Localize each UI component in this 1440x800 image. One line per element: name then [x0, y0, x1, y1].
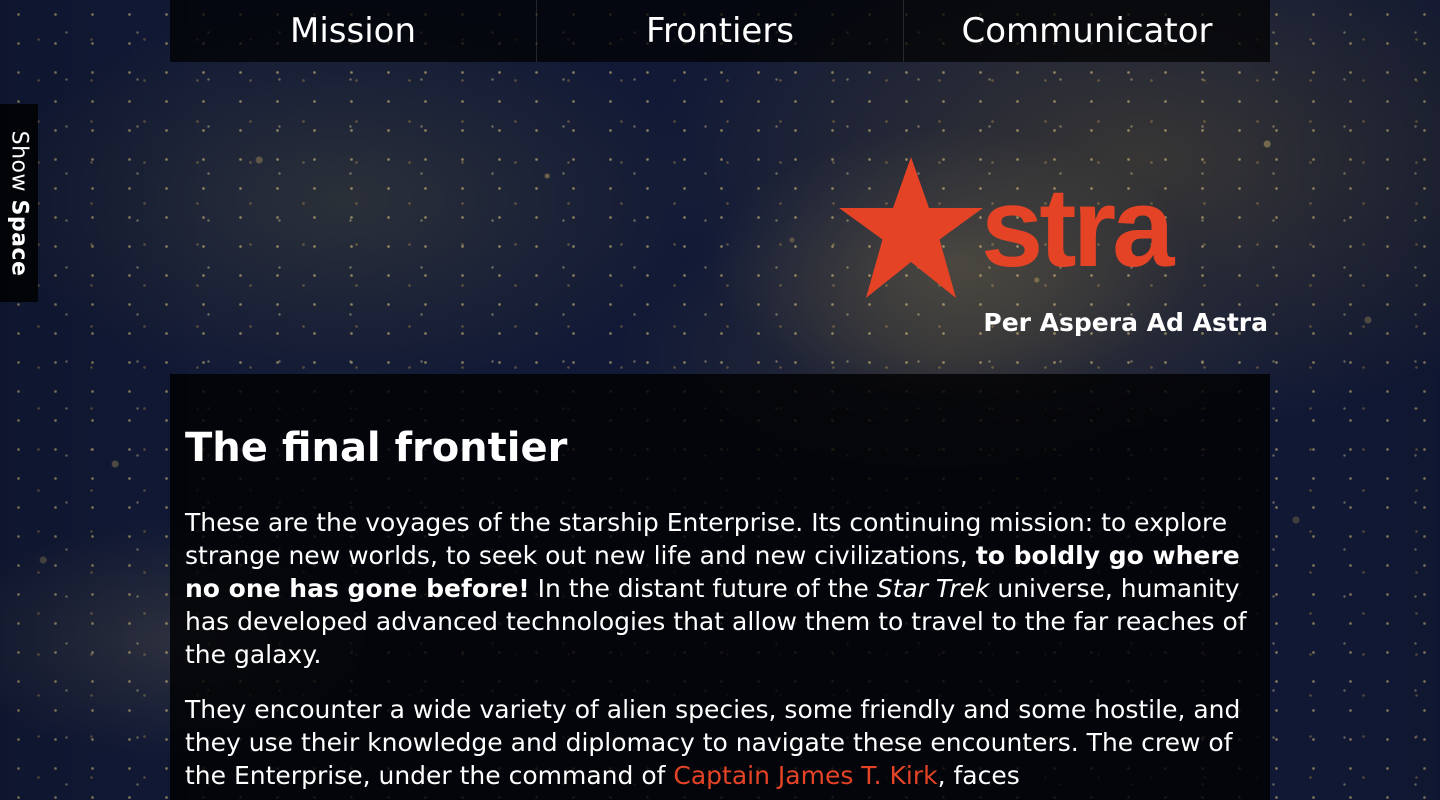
show-space-label: Show Space — [7, 130, 32, 276]
captain-kirk-link[interactable]: Captain James T. Kirk — [673, 761, 937, 790]
article-card: The final frontier These are the voyages… — [170, 374, 1270, 800]
article-title: The final frontier — [185, 425, 568, 471]
logo-tagline: Per Aspera Ad Astra — [983, 308, 1268, 337]
show-space-bold-label: Space — [6, 198, 32, 276]
paragraph-1-middle: In the distant future of the — [537, 574, 869, 603]
logo-word: stra — [981, 165, 1174, 290]
show-space-toggle[interactable]: Show Space — [0, 104, 38, 302]
show-space-prefix: Show — [6, 130, 32, 192]
paragraph-2-end: , faces — [937, 761, 1020, 790]
paragraph-1-italic: Star Trek — [876, 574, 990, 603]
top-navigation: Mission Frontiers Communicator — [170, 0, 1270, 62]
article-paragraph-2: They encounter a wide variety of alien s… — [185, 693, 1255, 792]
nav-mission[interactable]: Mission — [170, 0, 537, 62]
astra-logo: stra Per Aspera Ad Astra — [828, 154, 1270, 344]
hero-background: Mission Frontiers Communicator Show Spac… — [0, 0, 1440, 800]
red-star-icon — [839, 157, 983, 298]
nav-communicator[interactable]: Communicator — [904, 0, 1270, 62]
nav-frontiers[interactable]: Frontiers — [537, 0, 904, 62]
article-paragraph-1: These are the voyages of the starship En… — [185, 506, 1255, 671]
